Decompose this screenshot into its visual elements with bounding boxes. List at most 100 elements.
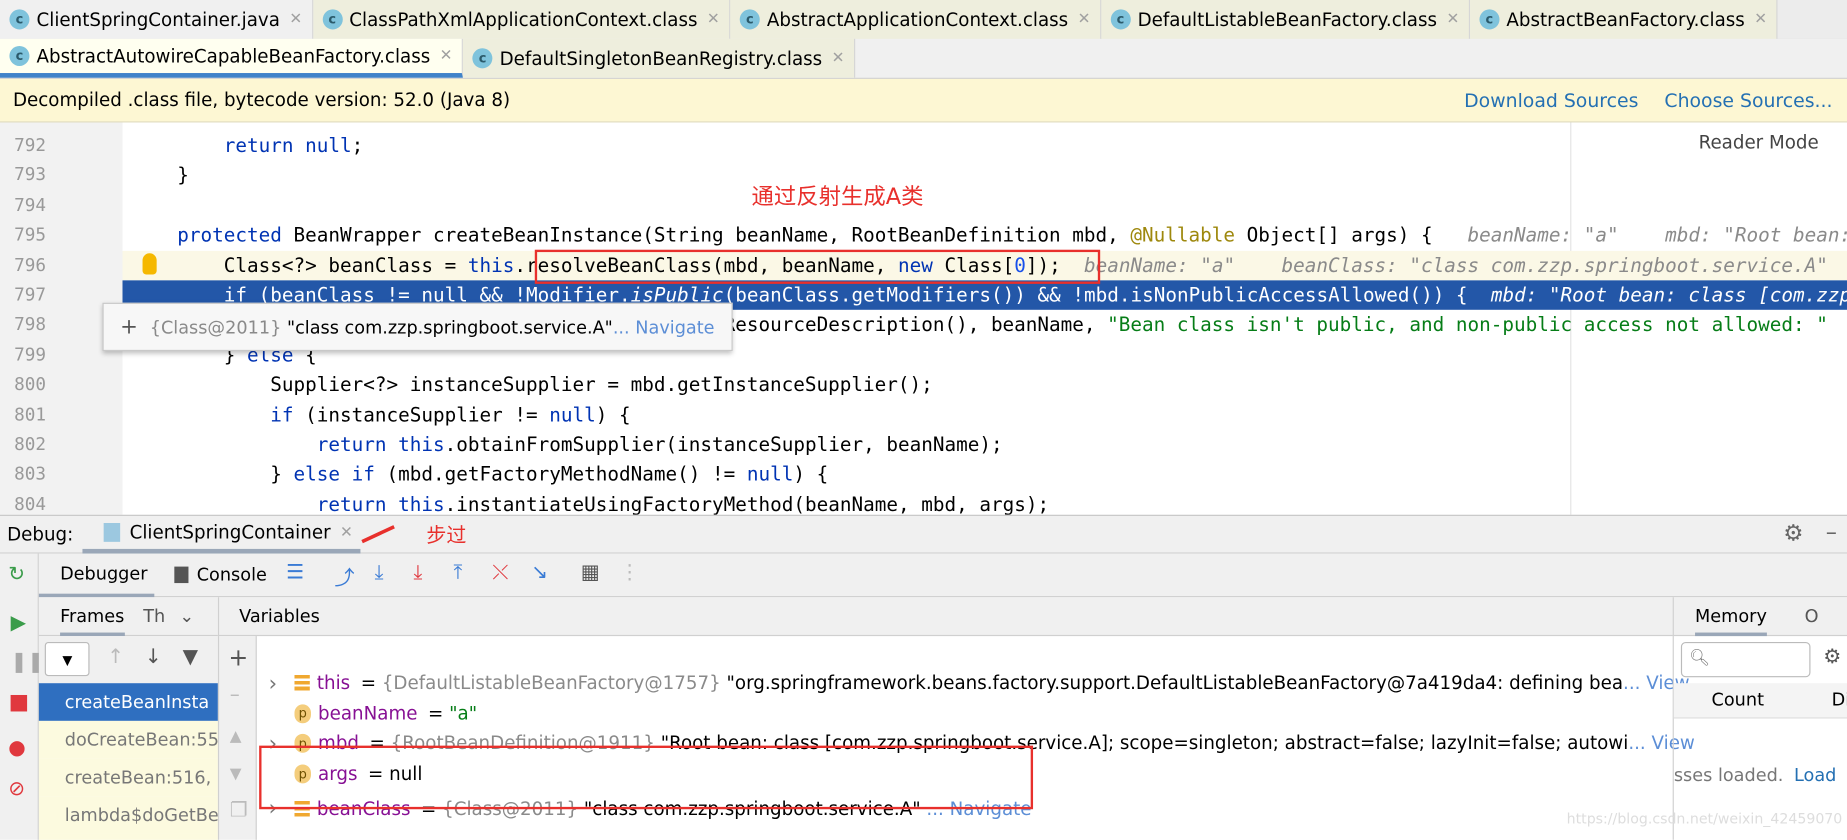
drop-frame-icon[interactable]: ⤬: [492, 561, 508, 585]
code-token: "Bean class isn't public, and non-public…: [1107, 313, 1828, 337]
editor-tab[interactable]: c ClientSpringContainer.java ✕: [0, 0, 313, 39]
stack-frame[interactable]: createBean:516,: [38, 758, 218, 797]
close-icon[interactable]: ✕: [340, 524, 353, 542]
tab-threads[interactable]: Th: [143, 605, 165, 626]
chevron-down-icon[interactable]: ⌄: [179, 605, 194, 626]
step-out-icon[interactable]: ⤒: [454, 561, 463, 585]
code-token: if: [351, 463, 375, 486]
layout-menu-icon[interactable]: ☰: [286, 561, 304, 585]
move-down-icon[interactable]: ▼: [230, 766, 242, 784]
tab-debugger[interactable]: Debugger: [38, 554, 155, 598]
expand-plus-icon[interactable]: +: [120, 315, 138, 340]
trace-icon[interactable]: ⋮: [620, 561, 640, 585]
editor-tab[interactable]: c AbstractBeanFactory.class ✕: [1469, 0, 1778, 39]
close-icon[interactable]: ✕: [289, 11, 302, 29]
stop-icon[interactable]: [10, 694, 28, 712]
rerun-icon[interactable]: ↻: [8, 563, 25, 587]
stack-frame[interactable]: doCreateBean:55: [38, 720, 218, 759]
load-classes-link[interactable]: Load: [1794, 764, 1836, 785]
column-count[interactable]: Count: [1712, 689, 1764, 710]
stack-frame[interactable]: getObject:-1, 19: [38, 833, 218, 840]
arrow-up-icon[interactable]: ↑: [107, 646, 124, 670]
editor-tab[interactable]: c AbstractApplicationContext.class ✕: [730, 0, 1102, 39]
show-execution-point-icon[interactable]: ⤴: [335, 561, 355, 591]
line-number: 799: [14, 343, 47, 365]
variable-row[interactable]: › this = {DefaultListableBeanFactory@1757…: [269, 668, 1690, 699]
step-into-icon[interactable]: ⤓: [413, 561, 422, 585]
lightbulb-icon[interactable]: [142, 253, 157, 275]
download-sources-link[interactable]: Download Sources: [1464, 89, 1638, 111]
parameter-icon: p: [294, 704, 311, 723]
remove-watch-icon[interactable]: –: [230, 683, 240, 707]
line-number: 798: [14, 313, 47, 335]
tab-label: DefaultListableBeanFactory.class: [1137, 8, 1438, 31]
stack-frame[interactable]: lambda$doGetBe: [38, 796, 218, 834]
resume-icon[interactable]: ▶: [11, 611, 26, 635]
tab-memory[interactable]: Memory: [1695, 597, 1767, 636]
tab-frames[interactable]: Frames: [60, 597, 125, 636]
line-number: 796: [14, 253, 47, 276]
mute-breakpoints-icon[interactable]: ⊘: [8, 777, 25, 801]
debugger-toolbar: Debugger Console ☰ ⤴ ⤓ ⤓ ⤒ ⤬ ↘ ▦ ⋮: [38, 553, 1847, 598]
tab-label: DefaultSingletonBeanRegistry.class: [499, 47, 823, 69]
variables-title: Variables: [239, 605, 320, 627]
thread-select[interactable]: ▼: [44, 641, 90, 677]
expand-chevron-icon[interactable]: ›: [269, 671, 285, 696]
code-token: Object[] args) {: [1235, 224, 1468, 247]
close-icon[interactable]: ✕: [707, 11, 720, 29]
code-token: Supplier<?> instanceSupplier = mbd.getIn…: [130, 373, 933, 397]
reader-mode-button[interactable]: Reader Mode: [1699, 132, 1819, 153]
step-over-icon[interactable]: ⤓: [375, 561, 384, 585]
column-diff[interactable]: Di: [1832, 689, 1847, 710]
close-icon[interactable]: ✕: [1078, 11, 1091, 29]
filter-icon[interactable]: ▼: [183, 646, 198, 670]
code-token: if: [270, 403, 294, 426]
editor-tab[interactable]: c DefaultSingletonBeanRegistry.class ✕: [463, 38, 856, 78]
editor-tab[interactable]: c AbstractAutowireCapableBeanFactory.clas…: [0, 38, 464, 78]
choose-sources-link[interactable]: Choose Sources...: [1664, 89, 1832, 111]
frames-header: Frames Th ⌄: [38, 597, 218, 637]
editor-tab[interactable]: c ClassPathXmlApplicationContext.class ✕: [312, 0, 731, 39]
variable-row[interactable]: p beanName = "a": [269, 698, 477, 729]
view-breakpoints-icon[interactable]: ●: [8, 736, 25, 760]
evaluate-expression-icon[interactable]: ▦: [581, 561, 600, 585]
ide-window: c ClientSpringContainer.java ✕ c ClassPathXm…: [0, 0, 1847, 840]
arrow-down-icon[interactable]: ↓: [145, 646, 162, 670]
memory-panel: 🔍︎ ⚙ Count Di sses loaded. Load: [1672, 636, 1847, 840]
close-icon[interactable]: ✕: [1754, 11, 1767, 29]
code-token: }: [130, 164, 189, 187]
code-token: this: [467, 253, 515, 277]
memory-search-input[interactable]: 🔍︎: [1680, 641, 1811, 678]
editor-tab[interactable]: c DefaultListableBeanFactory.class ✕: [1101, 0, 1470, 39]
stack-frame[interactable]: createBeanInsta: [38, 683, 218, 721]
class-file-icon: c: [472, 48, 493, 69]
field-icon: [294, 674, 310, 692]
move-up-icon[interactable]: ▲: [230, 728, 242, 746]
tab-label: ClientSpringContainer.java: [36, 8, 280, 31]
code-line: return this.obtainFromSupplier(instanceS…: [131, 430, 1003, 459]
tab-overhead[interactable]: O: [1805, 605, 1819, 626]
tab-console[interactable]: Console: [174, 564, 267, 585]
tab-label: AbstractBeanFactory.class: [1506, 8, 1745, 31]
debug-session-tab[interactable]: ClientSpringContainer ✕: [82, 516, 361, 554]
code-token: BeanWrapper createBeanInstance(String be…: [281, 224, 1131, 247]
frames-toolbar: ▼ ↑ ↓ ▼: [38, 636, 218, 684]
tooltip-navigate-link[interactable]: ... Navigate: [613, 316, 715, 337]
close-icon[interactable]: ✕: [1446, 11, 1459, 29]
line-number: 795: [14, 224, 47, 246]
run-to-cursor-icon[interactable]: ↘: [531, 561, 548, 585]
add-watch-icon[interactable]: +: [229, 643, 249, 671]
minimize-icon[interactable]: –: [1826, 519, 1837, 545]
decompiled-banner: Decompiled .class file, bytecode version…: [0, 78, 1847, 123]
class-file-icon: c: [1479, 9, 1500, 30]
session-name: ClientSpringContainer: [129, 521, 331, 544]
code-token: return: [316, 433, 387, 456]
close-icon[interactable]: ✕: [440, 47, 453, 65]
memory-gear-icon[interactable]: ⚙: [1823, 646, 1841, 670]
gear-icon[interactable]: ⚙: [1783, 521, 1803, 547]
close-icon[interactable]: ✕: [832, 49, 845, 67]
copy-icon[interactable]: ❐: [230, 799, 248, 823]
watermark: https://blog.csdn.net/weixin_42459070: [1566, 810, 1843, 827]
